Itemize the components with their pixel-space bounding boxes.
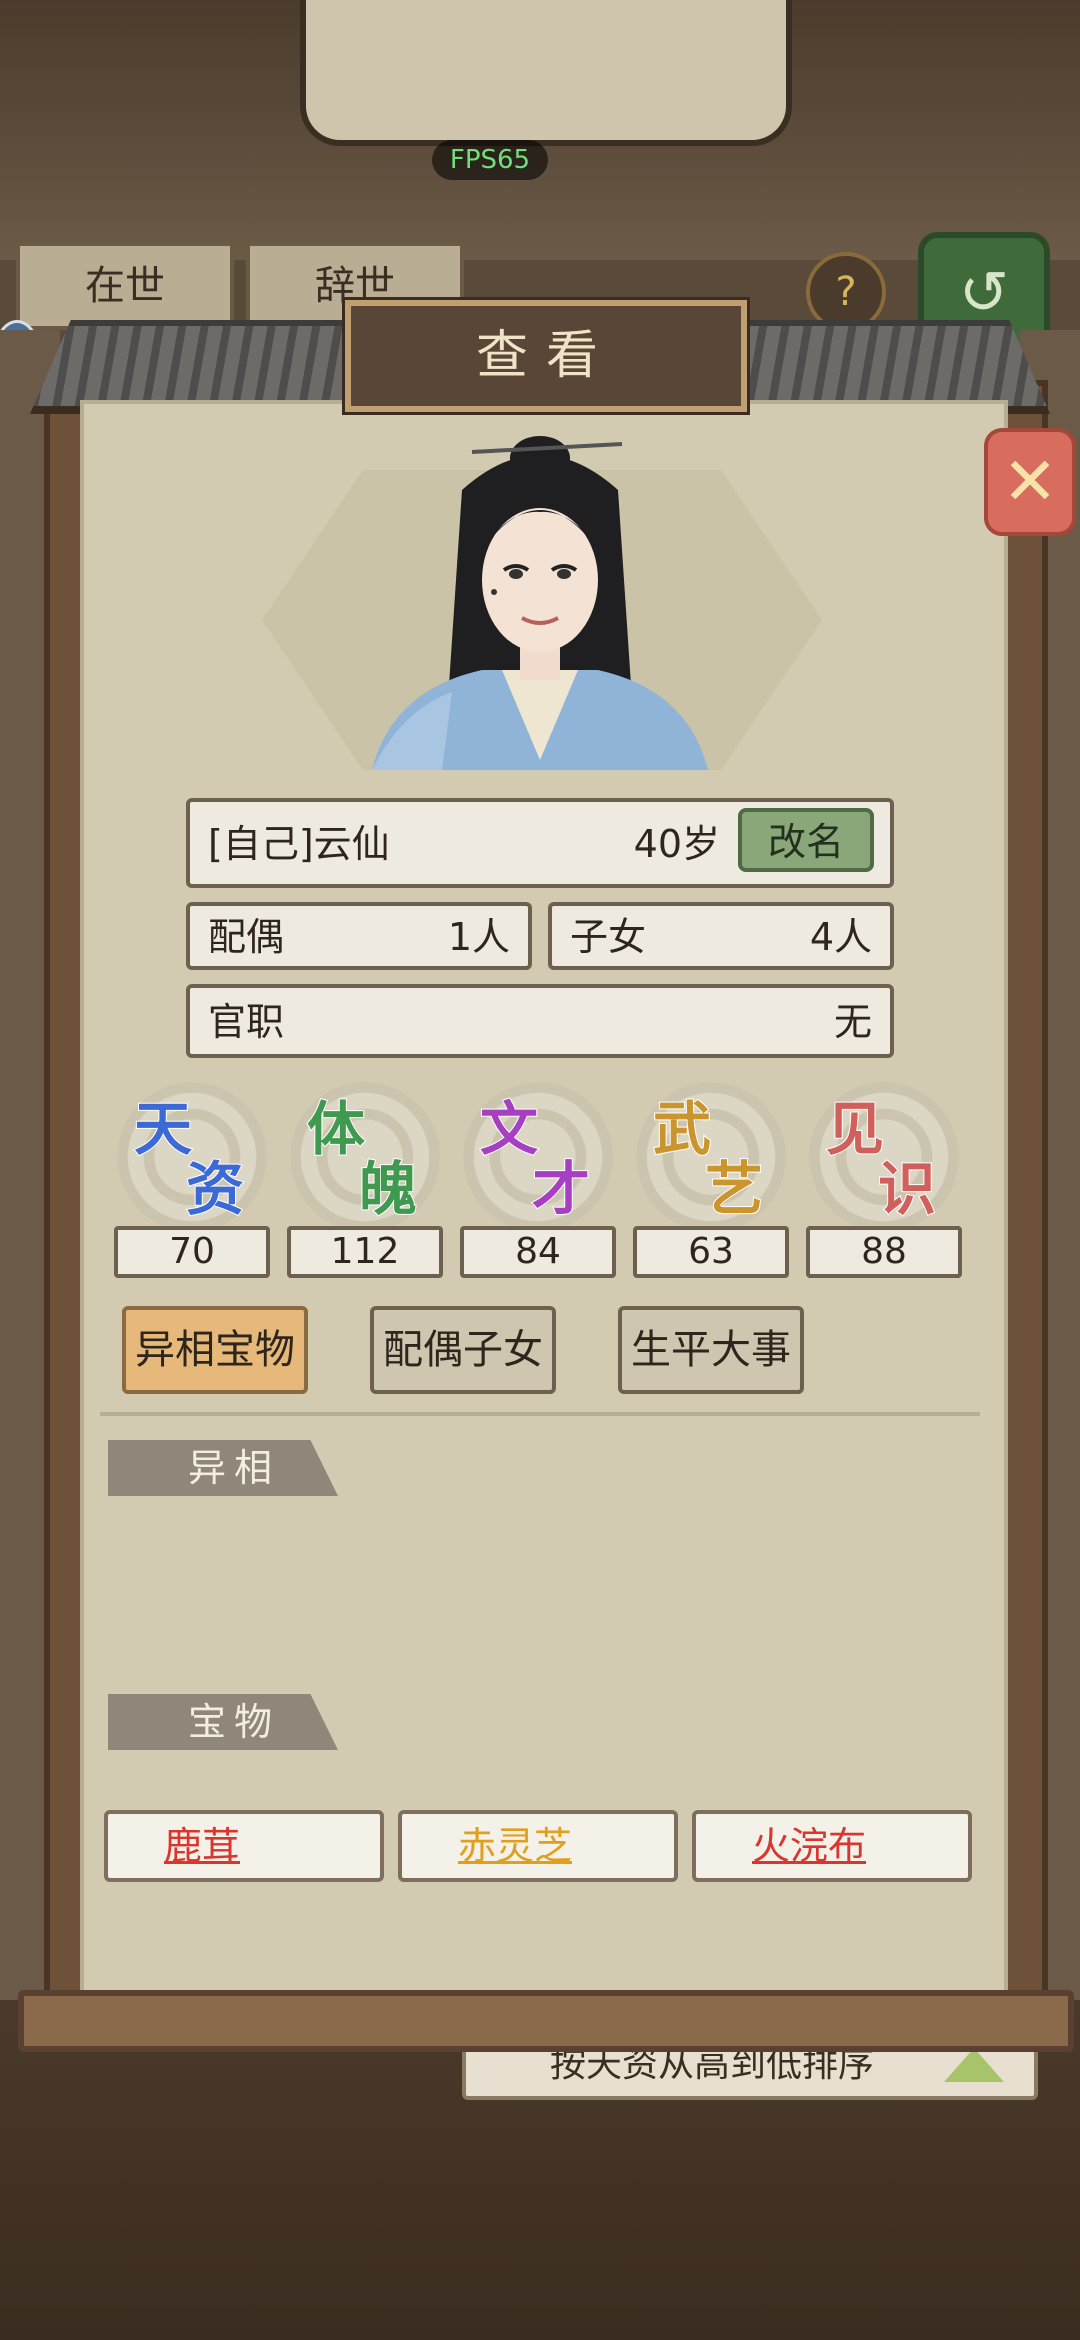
- treasure-name-1: 鹿茸: [164, 1824, 241, 1868]
- stat-name-char1-1: 天: [133, 1094, 193, 1164]
- office-value: 无: [833, 1000, 872, 1044]
- stat-name-char2-1: 资: [185, 1154, 245, 1224]
- treasure-item-1[interactable]: 鹿茸: [104, 1810, 384, 1882]
- stat-value-4: 63: [633, 1226, 789, 1278]
- children-value: 4人: [809, 915, 872, 959]
- stat-name-char2-3: 才: [531, 1154, 591, 1224]
- treasure-item-2[interactable]: 赤灵芝: [398, 1810, 678, 1882]
- stat-name-char1-2: 体: [306, 1094, 366, 1164]
- triangle-up-icon: [944, 2048, 1004, 2082]
- rename-button[interactable]: 改名: [738, 808, 874, 872]
- stat-name-char2-5: 识: [877, 1154, 937, 1224]
- stat-value-3: 84: [460, 1226, 616, 1278]
- stat-name-char2-4: 艺: [704, 1154, 764, 1224]
- section-divider: [100, 1412, 980, 1416]
- stat-name-char1-3: 文: [479, 1094, 539, 1164]
- tab-spouse-children[interactable]: 配偶子女: [370, 1306, 556, 1394]
- children-label: 子女: [570, 915, 647, 959]
- stat-name-char2-2: 魄: [358, 1154, 418, 1224]
- spouse-row: 配偶 1人: [186, 902, 532, 970]
- dialog-title: 查看: [342, 297, 750, 415]
- stat-name-char1-4: 武: [652, 1094, 712, 1164]
- stat-value-2: 112: [287, 1226, 443, 1278]
- character-portrait: [372, 436, 708, 770]
- tab-traits-treasures[interactable]: 异相宝物: [122, 1306, 308, 1394]
- spouse-label: 配偶: [208, 915, 285, 959]
- treasure-item-3[interactable]: 火浣布: [692, 1810, 972, 1882]
- treasure-name-3: 火浣布: [752, 1824, 867, 1868]
- dialog-bottom-rail: [18, 1990, 1074, 2052]
- office-label: 官职: [208, 1000, 285, 1044]
- treasure-name-2: 赤灵芝: [458, 1824, 573, 1868]
- character-name: [自己]云仙: [208, 822, 390, 866]
- office-row: 官职 无: [186, 984, 894, 1058]
- fps-counter: FPS65: [432, 140, 548, 180]
- stat-name-char1-5: 见: [825, 1094, 885, 1164]
- children-row: 子女 4人: [548, 902, 894, 970]
- stat-value-1: 70: [114, 1226, 270, 1278]
- treasures-section-title: 宝物: [108, 1694, 338, 1750]
- tab-alive[interactable]: 在世: [16, 242, 234, 330]
- stat-value-5: 88: [806, 1226, 962, 1278]
- traits-section-title: 异相: [108, 1440, 338, 1496]
- painting-window: [300, 0, 792, 146]
- close-button[interactable]: ✕: [984, 428, 1076, 536]
- close-icon: ✕: [1002, 443, 1058, 520]
- spouse-value: 1人: [447, 915, 510, 959]
- character-age: 40岁: [633, 822, 720, 866]
- tab-life-events[interactable]: 生平大事: [618, 1306, 804, 1394]
